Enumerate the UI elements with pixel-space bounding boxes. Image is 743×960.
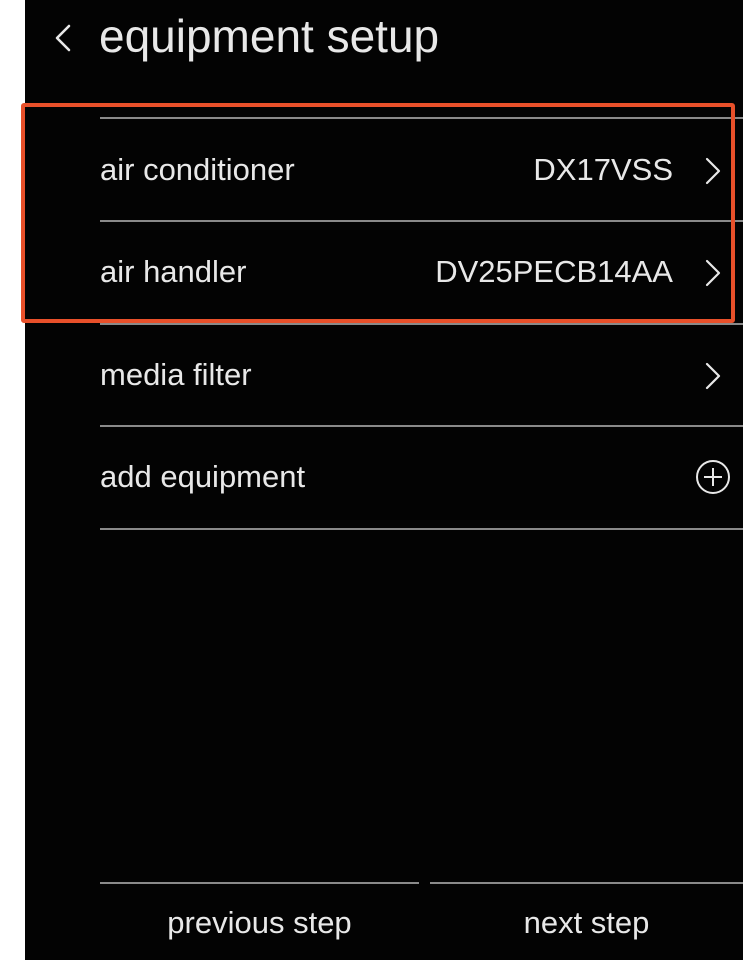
list-item-label: media filter — [100, 357, 252, 392]
list-item-air-conditioner[interactable]: air conditioner DX17VSS — [100, 120, 743, 220]
list-top-divider — [100, 117, 743, 119]
list-item-label: air conditioner — [100, 152, 295, 187]
plus-circle-icon — [696, 460, 730, 494]
list-item-model: DX17VSS — [533, 152, 673, 187]
list-bottom-divider — [100, 528, 743, 530]
chevron-right-icon — [705, 157, 721, 185]
list-item-label: air handler — [100, 254, 247, 289]
previous-step-label: previous step — [167, 905, 352, 940]
chevron-right-icon — [705, 362, 721, 390]
button-divider — [100, 882, 419, 884]
list-item-model: DV25PECB14AA — [435, 254, 673, 289]
screen: equipment setup air conditioner DX17VSS … — [25, 0, 743, 960]
list-item-media-filter[interactable]: media filter — [100, 325, 743, 425]
chevron-right-icon — [705, 259, 721, 287]
back-button[interactable] — [47, 16, 81, 60]
page-title: equipment setup — [99, 10, 440, 62]
add-equipment-button[interactable]: add equipment — [100, 427, 743, 527]
list-item-label: add equipment — [100, 459, 306, 494]
next-step-label: next step — [523, 905, 650, 940]
chevron-left-icon — [55, 24, 71, 52]
previous-step-button[interactable]: previous step — [100, 882, 419, 960]
list-item-air-handler[interactable]: air handler DV25PECB14AA — [100, 222, 743, 322]
button-divider — [430, 882, 743, 884]
header: equipment setup — [25, 0, 743, 80]
next-step-button[interactable]: next step — [430, 882, 743, 960]
